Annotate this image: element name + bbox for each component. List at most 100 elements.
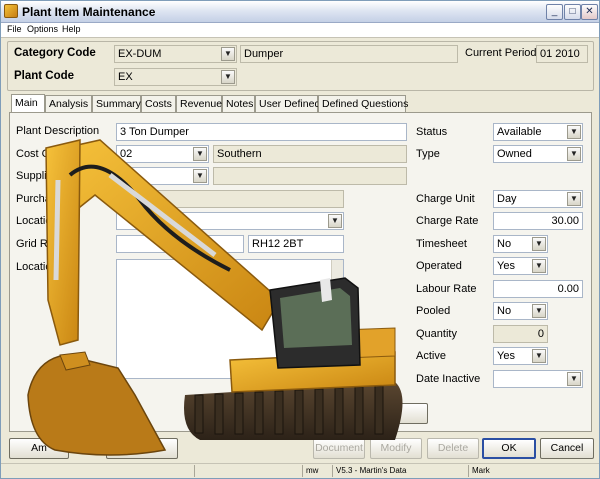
location-label: Locatio — [16, 215, 52, 227]
status-version: V5.3 - Martin's Data — [332, 465, 468, 477]
close-button[interactable]: ✕ — [581, 4, 598, 20]
date-inactive-picker[interactable]: ▼ — [493, 370, 583, 388]
dropdown-icon[interactable]: ▼ — [193, 147, 207, 161]
cost-centre-value: 02 — [120, 148, 133, 160]
dropdown-icon[interactable]: ▼ — [567, 125, 581, 139]
maximize-button[interactable]: □ — [564, 4, 581, 20]
active-select[interactable]: Yes ▼ — [493, 347, 548, 365]
supplier-label: Supplie — [16, 170, 53, 182]
dropdown-icon[interactable]: ▼ — [328, 214, 342, 228]
tab-defined-questions[interactable]: Defined Questions — [318, 95, 408, 112]
dropdown-icon[interactable]: ▼ — [532, 237, 546, 251]
dropdown-icon[interactable]: ▼ — [221, 47, 235, 61]
memo-scrollbar[interactable] — [331, 260, 343, 378]
document-button[interactable]: Document — [313, 438, 365, 459]
hidden-button[interactable] — [106, 438, 178, 459]
dropdown-icon[interactable]: ▼ — [532, 304, 546, 318]
status-panel-empty — [194, 465, 302, 477]
timesheet-value: No — [497, 238, 512, 250]
active-value: Yes — [497, 350, 515, 362]
dropdown-icon[interactable]: ▼ — [221, 70, 235, 84]
location-notes-label: Location No — [16, 261, 75, 273]
plant-code-value: EX — [118, 71, 133, 83]
status-label: Status — [416, 126, 448, 138]
charge-rate-label: Charge Rate — [416, 215, 479, 227]
menu-help[interactable]: Help — [62, 24, 81, 34]
cancel-button[interactable]: Cancel — [540, 438, 594, 459]
category-code-field[interactable]: EX-DUM ▼ — [114, 45, 237, 63]
tab-summary[interactable]: Summary — [92, 95, 141, 112]
status-mark: Mark — [468, 465, 599, 477]
charge-rate-input[interactable]: 30.00 — [493, 212, 583, 230]
operated-label: Operated — [416, 260, 462, 272]
type-select[interactable]: Owned ▼ — [493, 145, 583, 163]
operated-select[interactable]: Yes ▼ — [493, 257, 548, 275]
quantity-field: 0 — [493, 325, 548, 343]
status-select[interactable]: Available ▼ — [493, 123, 583, 141]
charge-unit-label: Charge Unit — [416, 193, 475, 205]
grid-ref-input[interactable] — [116, 235, 244, 253]
timesheet-select[interactable]: No ▼ — [493, 235, 548, 253]
charge-unit-value: Day — [497, 193, 517, 205]
plant-code-label: Plant Code — [14, 70, 75, 82]
date-inactive-label: Date Inactive — [416, 373, 481, 385]
tab-analysis[interactable]: Analysis — [45, 95, 92, 112]
tab-costs[interactable]: Costs — [141, 95, 176, 112]
dropdown-icon[interactable]: ▼ — [567, 372, 581, 386]
plant-description-label: Plant Description — [16, 125, 100, 137]
status-bar: mw V5.3 - Martin's Data Mark — [1, 463, 599, 478]
labour-rate-input[interactable]: 0.00 — [493, 280, 583, 298]
minimize-button[interactable]: _ — [546, 4, 563, 20]
supplier-desc-field — [213, 167, 407, 185]
dropdown-icon[interactable]: ▼ — [532, 259, 546, 273]
ok-button[interactable]: OK — [482, 438, 536, 459]
tab-main[interactable]: Main — [11, 94, 45, 113]
tab-notes[interactable]: Notes — [222, 95, 255, 112]
timesheet-label: Timesheet — [416, 238, 467, 250]
operated-value: Yes — [497, 260, 515, 272]
tab-revenue[interactable]: Revenue — [176, 95, 222, 112]
am-button[interactable]: Am — [9, 438, 69, 459]
pooled-select[interactable]: No ▼ — [493, 302, 548, 320]
menu-bar: File Options Help — [1, 23, 599, 38]
dropdown-icon[interactable]: ▼ — [567, 192, 581, 206]
dropdown-icon[interactable]: ▼ — [193, 169, 207, 183]
status-value: Available — [497, 126, 542, 138]
current-period-label: Current Period — [465, 47, 537, 59]
plant-code-field[interactable]: EX ▼ — [114, 68, 237, 86]
postcode-input[interactable]: RH12 2BT — [248, 235, 344, 253]
active-label: Active — [416, 350, 446, 362]
type-value: Owned — [497, 148, 532, 160]
cost-centre-input[interactable]: 02 ▼ — [116, 145, 209, 163]
dropdown-icon[interactable]: ▼ — [567, 147, 581, 161]
partial-button[interactable]: st — [356, 403, 428, 424]
window-title: Plant Item Maintenance — [22, 5, 156, 19]
current-period-field: 01 2010 — [536, 45, 588, 63]
category-desc-field: Dumper — [240, 45, 458, 63]
pooled-value: No — [497, 305, 512, 317]
delete-button[interactable]: Delete — [427, 438, 479, 459]
plant-description-input[interactable]: 3 Ton Dumper — [116, 123, 407, 141]
location-notes-memo[interactable] — [116, 259, 344, 379]
type-label: Type — [416, 148, 440, 160]
purchase-field[interactable] — [116, 190, 344, 208]
supplier-input[interactable]: ▼ — [116, 167, 209, 185]
dropdown-icon[interactable]: ▼ — [532, 349, 546, 363]
plant-item-window: Plant Item Maintenance _ □ ✕ File Option… — [0, 0, 600, 479]
grid-ref-label: Grid Refere — [16, 238, 73, 250]
tab-user-defined[interactable]: User Defined — [255, 95, 320, 112]
cost-centre-desc-field: Southern — [213, 145, 407, 163]
menu-file[interactable]: File — [7, 24, 22, 34]
category-code-value: EX-DUM — [118, 48, 162, 60]
menu-options[interactable]: Options — [27, 24, 58, 34]
labour-rate-label: Labour Rate — [416, 283, 477, 295]
app-icon — [4, 4, 18, 18]
status-user: mw — [302, 465, 332, 477]
quantity-label: Quantity — [416, 328, 457, 340]
location-select[interactable]: ▼ — [116, 212, 344, 230]
modify-button[interactable]: Modify — [370, 438, 422, 459]
title-bar: Plant Item Maintenance _ □ ✕ — [1, 1, 599, 23]
cost-centre-label: Cost Ce — [16, 148, 56, 160]
charge-unit-select[interactable]: Day ▼ — [493, 190, 583, 208]
pooled-label: Pooled — [416, 305, 451, 317]
